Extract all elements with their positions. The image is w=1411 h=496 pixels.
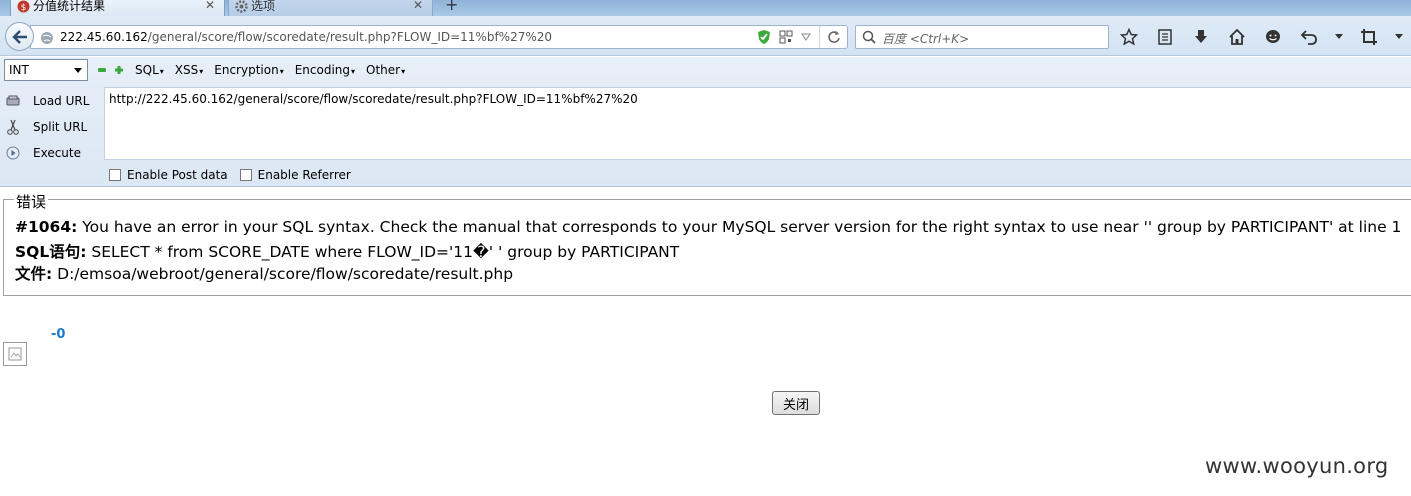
error-message-line: #1064: You have an error in your SQL syn… [15, 218, 1401, 236]
enable-referrer-checkbox[interactable]: Enable Referrer [239, 168, 351, 182]
url-bar[interactable]: 222.45.60.162/general/score/flow/scoreda… [30, 25, 848, 49]
checkbox-box[interactable] [109, 169, 121, 181]
play-icon [3, 146, 23, 160]
type-select-value: INT [9, 63, 29, 77]
close-tab-icon[interactable]: ✕ [205, 0, 215, 12]
menu-sql[interactable]: SQL [135, 63, 164, 77]
site-favicon-icon: $ [17, 0, 30, 13]
back-button[interactable] [5, 22, 34, 51]
close-button[interactable]: 关闭 [772, 391, 820, 415]
sql-label: SQL语句: [15, 243, 87, 261]
tab-strip: $ 分值统计结果 ✕ 选项 ✕ + [0, 0, 1411, 16]
reading-list-icon[interactable] [1154, 26, 1176, 48]
type-select[interactable]: INT [4, 59, 88, 81]
enable-referrer-label: Enable Referrer [257, 168, 351, 182]
execute-label: Execute [33, 146, 81, 160]
close-tab-icon[interactable]: ✕ [413, 0, 423, 12]
load-url-label: Load URL [33, 94, 90, 108]
svg-text:$: $ [21, 3, 27, 13]
menu-xss[interactable]: XSS [175, 63, 203, 77]
dropdown-arrow-icon[interactable] [801, 33, 811, 41]
file-path: D:/emsoa/webroot/general/score/flow/scor… [57, 265, 514, 283]
bookmark-star-icon[interactable] [1118, 26, 1140, 48]
plus-icon[interactable] [114, 65, 124, 75]
enable-post-checkbox[interactable]: Enable Post data [109, 168, 228, 182]
download-icon[interactable] [1190, 26, 1212, 48]
error-code: #1064: [15, 218, 78, 236]
tab-options[interactable]: 选项 ✕ [228, 0, 433, 16]
tab-label: 分值统计结果 [33, 0, 106, 13]
menu-other[interactable]: Other [366, 63, 405, 77]
load-url-icon [3, 95, 23, 107]
tab-label: 选项 [251, 0, 276, 13]
broken-image-icon [3, 342, 27, 366]
screenshot-crop-icon[interactable] [1358, 26, 1380, 48]
search-icon [862, 30, 876, 44]
watermark: www.wooyun.org [1205, 454, 1389, 478]
scissors-icon [3, 119, 23, 135]
sql-statement-line: SQL语句: SELECT * from SCORE_DATE where FL… [15, 240, 679, 262]
error-message: You have an error in your SQL syntax. Ch… [82, 218, 1402, 236]
globe-icon [41, 32, 53, 44]
error-fieldset: 错误 #1064: You have an error in your SQL … [3, 191, 1411, 296]
sql-statement: SELECT * from SCORE_DATE where FLOW_ID='… [91, 243, 680, 261]
chevron-down-icon [74, 68, 82, 73]
back-arrow-icon [11, 29, 27, 44]
search-input[interactable]: 百度 <Ctrl+K> [855, 25, 1109, 49]
hackbar-panel: INT SQL XSS Encryption Encoding Other Lo… [0, 57, 1411, 187]
menu-encoding[interactable]: Encoding [295, 63, 355, 77]
chat-bubble-icon[interactable] [1262, 26, 1284, 48]
split-url-label: Split URL [33, 120, 88, 134]
menu-encryption[interactable]: Encryption [214, 63, 283, 77]
error-legend: 错误 [14, 191, 49, 212]
new-tab-button[interactable]: + [445, 0, 458, 14]
gear-icon [235, 0, 248, 13]
url-textarea[interactable]: http://222.45.60.162/general/score/flow/… [104, 87, 1411, 160]
home-icon[interactable] [1226, 26, 1248, 48]
reload-button[interactable] [819, 26, 847, 48]
url-text: 222.45.60.162/general/score/flow/scoreda… [60, 30, 553, 44]
score-value: -0 [51, 327, 66, 342]
qr-code-icon[interactable] [779, 30, 793, 44]
execute-button[interactable]: Execute [0, 140, 104, 166]
minus-icon[interactable] [97, 65, 107, 75]
reload-icon [827, 31, 840, 43]
split-url-button[interactable]: Split URL [0, 114, 104, 140]
shield-check-icon[interactable] [757, 29, 771, 45]
undo-dropdown-icon[interactable] [1334, 26, 1344, 48]
load-url-button[interactable]: Load URL [0, 88, 104, 114]
search-placeholder: 百度 <Ctrl+K> [882, 32, 970, 46]
tab-score-result[interactable]: $ 分值统计结果 ✕ [10, 0, 225, 16]
undo-close-tab-icon[interactable] [1298, 26, 1320, 48]
file-label: 文件: [15, 265, 53, 283]
checkbox-box[interactable] [239, 169, 252, 181]
navigation-bar: 222.45.60.162/general/score/flow/scoreda… [0, 16, 1411, 56]
enable-post-label: Enable Post data [127, 168, 228, 182]
crop-dropdown-icon[interactable] [1394, 26, 1404, 48]
file-line: 文件: D:/emsoa/webroot/general/score/flow/… [15, 262, 513, 284]
